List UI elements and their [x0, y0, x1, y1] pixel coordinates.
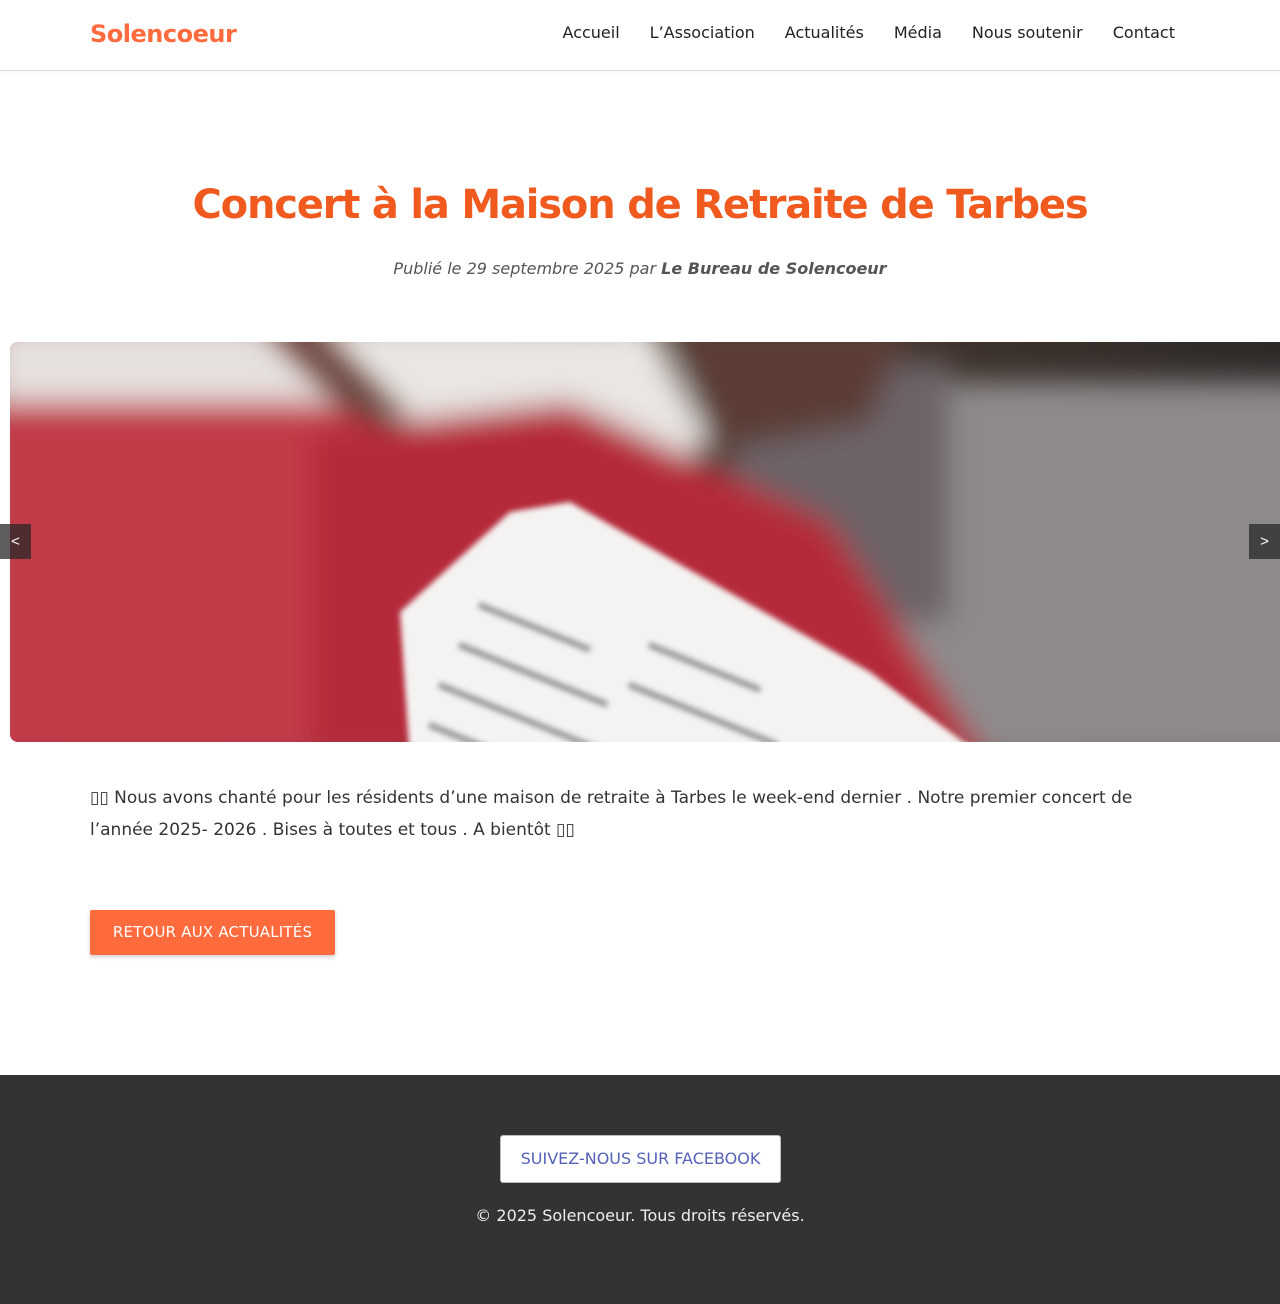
copyright: © 2025 Solencoeur. Tous droits réservés.	[475, 1206, 805, 1225]
site-footer: Suivez-nous sur Facebook © 2025 Solencoe…	[0, 1075, 1280, 1304]
back-to-news-button[interactable]: Retour aux actualités	[90, 910, 335, 955]
nav-association[interactable]: L’Association	[650, 23, 755, 42]
main-nav: Accueil L’Association Actualités Média N…	[563, 23, 1175, 42]
slide-image	[10, 342, 1280, 742]
nav-contact[interactable]: Contact	[1113, 23, 1175, 42]
post-meta: Publié le 29 septembre 2025 par Le Burea…	[0, 259, 1280, 278]
facebook-button[interactable]: Suivez-nous sur Facebook	[500, 1135, 781, 1183]
slider-prev-button[interactable]: <	[0, 524, 31, 559]
slider-next-button[interactable]: >	[1249, 524, 1280, 559]
brand-logo[interactable]: Solencoeur	[90, 20, 237, 48]
site-header: Solencoeur Accueil L’Association Actuali…	[0, 0, 1280, 71]
nav-accueil[interactable]: Accueil	[563, 23, 620, 42]
post-date: Publié le 29 septembre 2025 par	[393, 259, 662, 278]
image-slider	[10, 342, 1280, 742]
post-body: ▯▯ Nous avons chanté pour les résidents …	[90, 788, 1133, 840]
nav-nous-soutenir[interactable]: Nous soutenir	[972, 23, 1083, 42]
nav-actualites[interactable]: Actualités	[785, 23, 864, 42]
nav-media[interactable]: Média	[894, 23, 942, 42]
post-author: Le Bureau de Solencoeur	[661, 259, 887, 278]
post-title: Concert à la Maison de Retraite de Tarbe…	[192, 182, 1089, 228]
